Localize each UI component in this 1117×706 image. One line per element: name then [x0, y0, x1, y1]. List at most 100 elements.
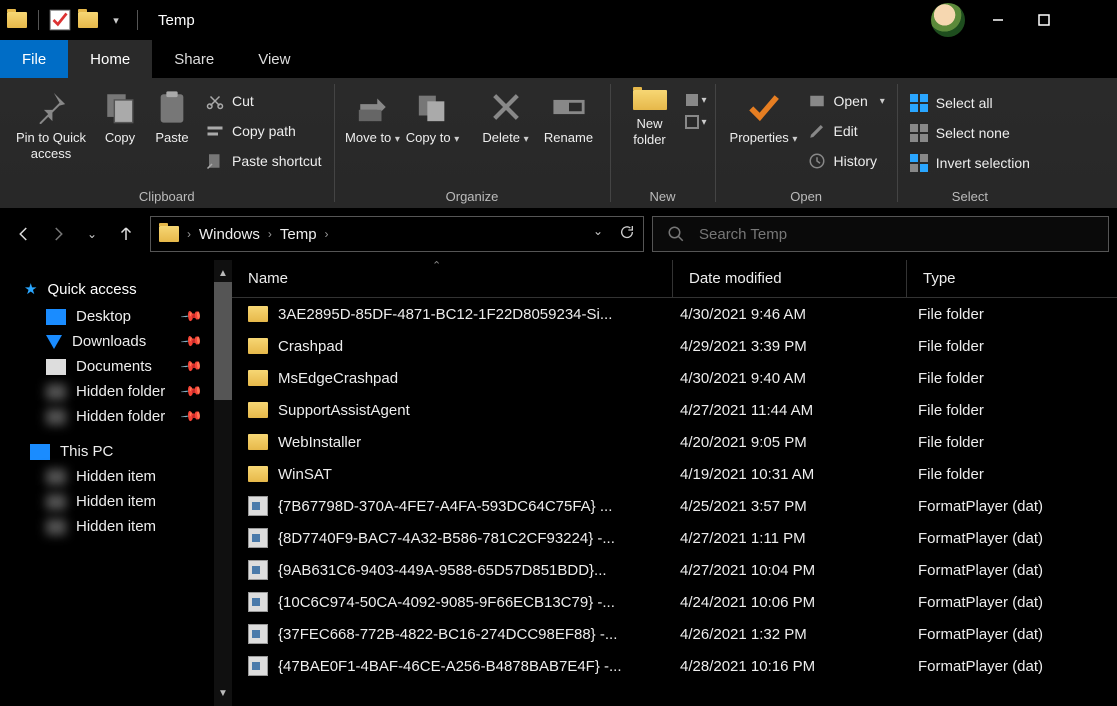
move-to-button[interactable]: Move to ▾: [343, 82, 403, 182]
window-title: Temp: [158, 12, 195, 29]
qat-folder-icon[interactable]: [4, 7, 30, 33]
select-none-button[interactable]: Select none: [906, 120, 1034, 146]
folder-icon: [248, 402, 268, 418]
edit-button[interactable]: Edit: [804, 118, 889, 144]
copy-button[interactable]: Copy: [94, 82, 146, 182]
sidebar-item-downloads[interactable]: Downloads 📌: [0, 329, 232, 354]
qat-customize-dropdown[interactable]: ▾: [103, 7, 129, 33]
breadcrumb-segment[interactable]: Temp: [280, 226, 317, 243]
file-row[interactable]: {10C6C974-50CA-4092-9085-9F66ECB13C79} -…: [232, 586, 1117, 618]
pin-quick-access-button[interactable]: Pin to Quick access: [8, 82, 94, 182]
sidebar-item-documents[interactable]: Documents 📌: [0, 354, 232, 379]
file-name: {37FEC668-772B-4822-BC16-274DCC98EF88} -…: [278, 626, 617, 643]
column-header-date[interactable]: Date modified: [672, 260, 906, 297]
chevron-right-icon[interactable]: ›: [268, 227, 272, 241]
maximize-button[interactable]: [1021, 0, 1067, 40]
qat-newfolder-icon[interactable]: [75, 7, 101, 33]
file-date: 4/20/2021 9:05 PM: [672, 434, 906, 451]
nav-back-button[interactable]: [14, 224, 34, 244]
pin-icon: [34, 90, 68, 124]
file-type: FormatPlayer (dat): [906, 658, 1117, 675]
file-type: FormatPlayer (dat): [906, 562, 1117, 579]
sidebar-quick-access[interactable]: ★ Quick access: [0, 272, 232, 304]
pin-icon: 📌: [179, 404, 203, 428]
tab-file[interactable]: File: [0, 40, 68, 78]
file-row[interactable]: 3AE2895D-85DF-4871-BC12-1F22D8059234-Si.…: [232, 298, 1117, 330]
select-all-icon: [910, 94, 928, 112]
file-row[interactable]: {7B67798D-370A-4FE7-A4FA-593DC64C75FA} .…: [232, 490, 1117, 522]
breadcrumb-segment[interactable]: Windows: [199, 226, 260, 243]
file-type: File folder: [906, 338, 1117, 355]
history-icon: [808, 152, 826, 170]
rename-button[interactable]: Rename: [536, 82, 602, 182]
tab-view[interactable]: View: [236, 40, 312, 78]
sidebar-item-hidden[interactable]: Hidden folder 📌: [0, 404, 232, 429]
sidebar-scrollbar-thumb[interactable]: [214, 280, 232, 400]
select-none-icon: [910, 124, 928, 142]
file-icon: [248, 624, 268, 644]
open-button[interactable]: Open▾: [804, 88, 889, 114]
address-dropdown-button[interactable]: ⌄: [593, 224, 603, 245]
file-row[interactable]: {9AB631C6-9403-449A-9588-65D57D851BDD}..…: [232, 554, 1117, 586]
file-type: FormatPlayer (dat): [906, 626, 1117, 643]
file-row[interactable]: SupportAssistAgent4/27/2021 11:44 AMFile…: [232, 394, 1117, 426]
nav-recent-dropdown[interactable]: ⌄: [82, 224, 102, 244]
column-header-name[interactable]: Name: [232, 260, 672, 297]
select-all-button[interactable]: Select all: [906, 90, 1034, 116]
refresh-button[interactable]: [619, 224, 635, 245]
file-icon: [248, 656, 268, 676]
copy-to-button[interactable]: Copy to ▾: [403, 82, 463, 182]
sidebar-item-hidden[interactable]: Hidden item: [0, 514, 232, 539]
close-button[interactable]: [1067, 0, 1113, 40]
folder-icon: [159, 226, 179, 242]
column-header-type[interactable]: Type: [906, 260, 1117, 297]
address-bar[interactable]: › Windows › Temp › ⌄: [150, 216, 644, 252]
properties-button[interactable]: Properties ▾: [724, 82, 804, 182]
easy-access-button[interactable]: ▾: [685, 112, 707, 132]
file-row[interactable]: {37FEC668-772B-4822-BC16-274DCC98EF88} -…: [232, 618, 1117, 650]
file-row[interactable]: {47BAE0F1-4BAF-46CE-A256-B4878BAB7E4F} -…: [232, 650, 1117, 682]
file-date: 4/19/2021 10:31 AM: [672, 466, 906, 483]
edit-icon: [808, 122, 826, 140]
file-name: WebInstaller: [278, 434, 361, 451]
minimize-button[interactable]: [975, 0, 1021, 40]
file-name: {10C6C974-50CA-4092-9085-9F66ECB13C79} -…: [278, 594, 615, 611]
search-icon: [667, 225, 685, 243]
scroll-up-button[interactable]: ▲: [214, 264, 232, 282]
sidebar-item-this-pc[interactable]: This PC: [0, 439, 232, 464]
tab-share[interactable]: Share: [152, 40, 236, 78]
paste-button[interactable]: Paste: [146, 82, 198, 182]
invert-selection-button[interactable]: Invert selection: [906, 150, 1034, 176]
chevron-right-icon[interactable]: ›: [187, 227, 191, 241]
history-button[interactable]: History: [804, 148, 889, 174]
sidebar-item-desktop[interactable]: Desktop 📌: [0, 304, 232, 329]
sidebar-item-hidden[interactable]: Hidden item: [0, 464, 232, 489]
user-avatar-icon[interactable]: [931, 3, 965, 37]
nav-up-button[interactable]: [116, 224, 136, 244]
nav-forward-button[interactable]: [48, 224, 68, 244]
new-folder-button[interactable]: New folder: [619, 82, 681, 182]
tab-home[interactable]: Home: [68, 40, 152, 78]
qat-properties-icon[interactable]: [47, 7, 73, 33]
file-list-pane: ⌃ Name Date modified Type 3AE2895D-85DF-…: [232, 260, 1117, 706]
cut-button[interactable]: Cut: [202, 88, 326, 114]
file-row[interactable]: {8D7740F9-BAC7-4A32-B586-781C2CF93224} -…: [232, 522, 1117, 554]
scroll-down-button[interactable]: ▼: [214, 684, 232, 702]
pin-icon: 📌: [179, 329, 203, 353]
file-row[interactable]: WinSAT4/19/2021 10:31 AMFile folder: [232, 458, 1117, 490]
file-date: 4/24/2021 10:06 PM: [672, 594, 906, 611]
file-row[interactable]: Crashpad4/29/2021 3:39 PMFile folder: [232, 330, 1117, 362]
copy-path-button[interactable]: Copy path: [202, 118, 326, 144]
search-input[interactable]: Search Temp: [652, 216, 1109, 252]
new-item-button[interactable]: ▾: [685, 90, 707, 110]
chevron-right-icon[interactable]: ›: [325, 227, 329, 241]
file-row[interactable]: WebInstaller4/20/2021 9:05 PMFile folder: [232, 426, 1117, 458]
delete-button[interactable]: Delete ▾: [476, 82, 536, 182]
group-new: New folder ▾ ▾ New: [611, 78, 715, 208]
sidebar-item-hidden[interactable]: Hidden folder 📌: [0, 379, 232, 404]
paste-shortcut-button[interactable]: Paste shortcut: [202, 148, 326, 174]
documents-icon: [46, 359, 66, 375]
ribbon-tabs: File Home Share View: [0, 40, 1117, 78]
sidebar-item-hidden[interactable]: Hidden item: [0, 489, 232, 514]
file-row[interactable]: MsEdgeCrashpad4/30/2021 9:40 AMFile fold…: [232, 362, 1117, 394]
